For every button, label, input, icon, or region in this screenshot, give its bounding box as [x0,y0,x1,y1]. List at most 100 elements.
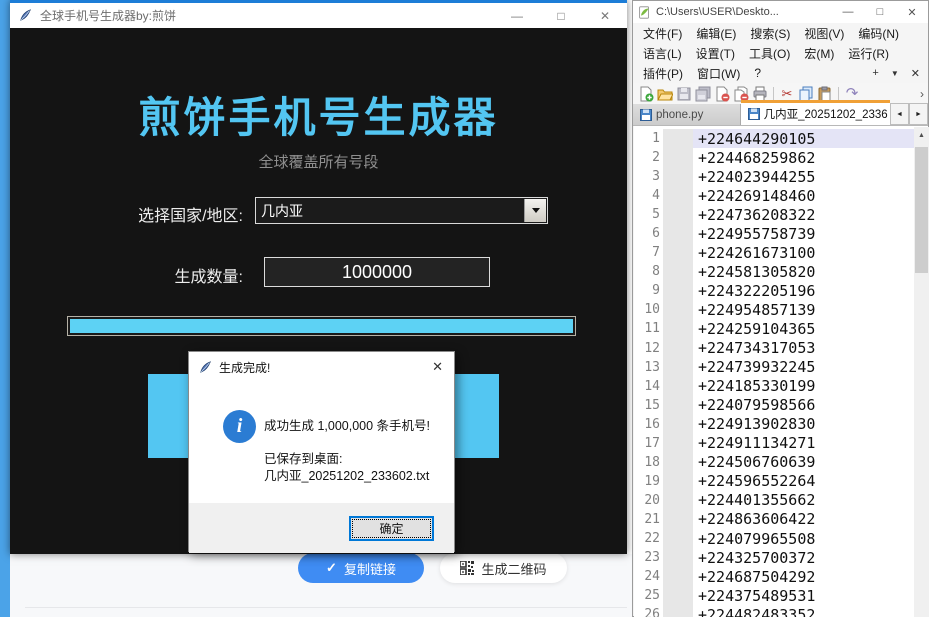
menu-item[interactable]: 视图(V) [797,25,851,42]
menu-item[interactable]: 设置(T) [689,45,742,62]
menu-item[interactable]: ? [747,66,768,80]
editor-line[interactable]: 9+224322205196 [634,281,928,300]
fold-margin [663,605,693,617]
notepad-minimize-button[interactable]: — [832,1,864,23]
phone-number-text: +224322205196 [693,281,928,300]
country-combobox[interactable]: 几内亚 [255,197,548,224]
editor-line[interactable]: 22+224079965508 [634,529,928,548]
scrollbar-thumb[interactable] [915,147,928,273]
editor-line[interactable]: 3+224023944255 [634,167,928,186]
menu-item[interactable]: 编码(N) [851,25,906,42]
save-all-icon[interactable] [694,85,712,103]
editor-line[interactable]: 20+224401355662 [634,491,928,510]
editor-line[interactable]: 23+224325700372 [634,548,928,567]
tab-label: 几内亚_20251202_2336 [764,106,888,122]
fold-margin [663,262,693,281]
dialog-filename: 几内亚_20251202_233602.txt [264,465,429,484]
app-heading: 煎饼手机号生成器 [10,84,627,145]
file-saved-icon [748,108,760,120]
menu-item[interactable]: 文件(F) [636,25,689,42]
tab-label: phone.py [656,109,703,121]
tab-scroll-right-button[interactable]: ► [909,103,928,125]
tab-scroll-left-button[interactable]: ◄ [890,103,909,125]
phone-number-text: +224023944255 [693,167,928,186]
menu-row: 语言(L)设置(T)工具(O)宏(M)运行(R) [633,43,928,63]
editor-line[interactable]: 18+224506760639 [634,453,928,472]
notepad-maximize-button[interactable]: □ [864,1,896,23]
app-titlebar: 全球手机号生成器by:煎饼 — □ ✕ [10,0,627,28]
toolbar-overflow-icon[interactable]: › [920,87,928,101]
menu-item[interactable]: 宏(M) [797,45,841,62]
editor-line[interactable]: 5+224736208322 [634,205,928,224]
phone-number-text: +224911134271 [693,434,928,453]
editor-line[interactable]: 13+224739932245 [634,358,928,377]
ok-button[interactable]: 确定 [349,516,434,541]
editor-line[interactable]: 26+224482483352 [634,605,928,617]
python-feather-icon [19,9,32,22]
editor-line[interactable]: 16+224913902830 [634,415,928,434]
copy-link-button[interactable]: ✓ 复制链接 [298,553,424,583]
quantity-input[interactable] [264,257,490,287]
country-label: 选择国家/地区: [10,202,243,226]
fold-margin [663,186,693,205]
menu-item[interactable]: 插件(P) [636,65,690,82]
notepad-titlebar: C:\Users\USER\Deskto... — □ ✕ [633,1,928,23]
editor-line[interactable]: 7+224261673100 [634,243,928,262]
editor-line[interactable]: 6+224955758739 [634,224,928,243]
menu-item[interactable]: 工具(O) [742,45,797,62]
menu-dropdown-icon[interactable]: ▼ [891,69,899,78]
editor-line[interactable]: 12+224734317053 [634,339,928,358]
generate-qr-button[interactable]: 生成二维码 [440,553,567,583]
page-divider [25,607,627,608]
open-file-icon[interactable] [656,85,674,103]
menu-item[interactable]: 窗口(W) [690,65,747,82]
editor-line[interactable]: 10+224954857139 [634,300,928,319]
editor-line[interactable]: 11+224259104365 [634,319,928,338]
copy-link-label: 复制链接 [344,559,396,578]
check-icon: ✓ [326,560,337,576]
editor-area[interactable]: 1+2246442901052+2244682598623+2240239442… [634,126,928,617]
dialog-title: 生成完成! [219,359,270,376]
menu-close-icon[interactable]: ✕ [911,67,920,80]
app-minimize-button[interactable]: — [495,3,539,28]
phone-number-text: +224401355662 [693,491,928,510]
dialog-titlebar: 生成完成! [189,352,454,382]
editor-line[interactable]: 15+224079598566 [634,396,928,415]
phone-number-text: +224506760639 [693,453,928,472]
new-file-icon[interactable] [637,85,655,103]
close-file-icon[interactable] [713,85,731,103]
menu-plus-icon[interactable]: + [872,67,878,79]
editor-line[interactable]: 4+224269148460 [634,186,928,205]
phone-number-text: +224482483352 [693,605,928,617]
editor-line[interactable]: 17+224911134271 [634,434,928,453]
editor-line[interactable]: 14+224185330199 [634,377,928,396]
editor-line[interactable]: 8+224581305820 [634,262,928,281]
generate-qr-label: 生成二维码 [481,559,546,578]
dialog-message-line1: 成功生成 1,000,000 条手机号! [264,415,430,434]
info-icon: i [223,410,256,443]
app-maximize-button[interactable]: □ [539,3,583,28]
scrollbar-up-icon[interactable]: ▲ [914,127,929,143]
editor-line[interactable]: 21+224863606422 [634,510,928,529]
menu-item[interactable]: 搜索(S) [743,25,797,42]
save-icon[interactable] [675,85,693,103]
editor-line[interactable]: 25+224375489531 [634,586,928,605]
dialog-close-icon[interactable]: ✕ [432,359,443,375]
menu-item[interactable]: 语言(L) [636,45,689,62]
combobox-dropdown-button[interactable] [524,199,546,222]
menu-item[interactable]: 运行(R) [841,45,896,62]
editor-line[interactable]: 2+224468259862 [634,148,928,167]
editor-line[interactable]: 24+224687504292 [634,567,928,586]
background-window-edge [0,0,10,617]
editor-line[interactable]: 19+224596552264 [634,472,928,491]
editor-line[interactable]: 1+224644290105 [634,129,928,148]
tab-phone-py[interactable]: phone.py [633,104,741,125]
fold-margin [663,586,693,605]
notepad-close-button[interactable]: ✕ [896,1,928,23]
phone-number-text: +224644290105 [693,129,928,148]
menu-item[interactable]: 编辑(E) [689,25,743,42]
fold-margin [663,148,693,167]
editor-scrollbar[interactable]: ▲ [914,127,929,617]
tab-guinea-txt[interactable]: 几内亚_20251202_2336 [741,100,890,125]
app-close-button[interactable]: ✕ [583,3,627,28]
